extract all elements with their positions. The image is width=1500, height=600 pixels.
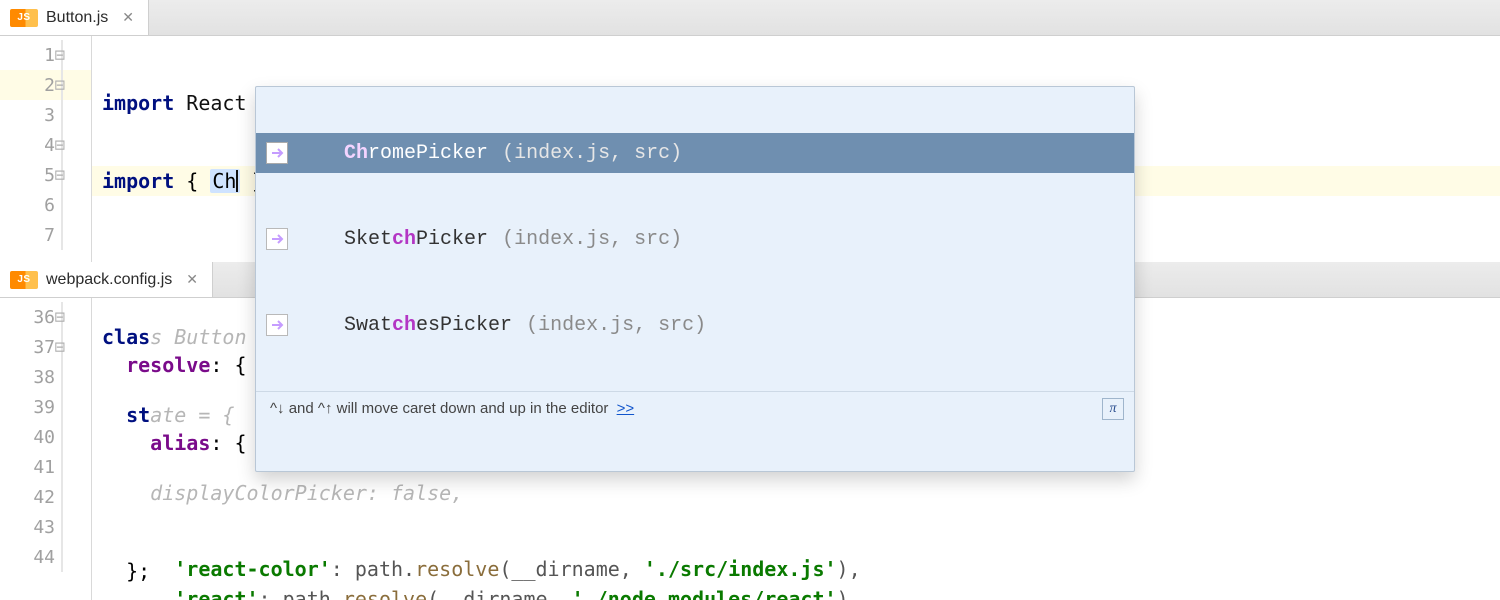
gutter-line: 43 xyxy=(0,512,91,542)
gutter-line: 36⊟ xyxy=(0,302,91,332)
caret-icon xyxy=(236,170,238,192)
gutter-line: 42 xyxy=(0,482,91,512)
fold-marker-icon[interactable]: ⊟ xyxy=(54,309,70,325)
fold-marker-icon[interactable]: ⊟ xyxy=(54,137,70,153)
symbol-kind-icon xyxy=(266,142,288,164)
js-file-icon: JS xyxy=(10,9,38,27)
tab-button-js[interactable]: JS Button.js ✕ xyxy=(0,0,149,35)
code-area[interactable]: import React from 'react' import { Ch } … xyxy=(92,36,1500,262)
gutter-line: 3 xyxy=(0,100,91,130)
symbol-kind-icon xyxy=(266,228,288,250)
gutter-line: 4 ⊟ xyxy=(0,130,91,160)
fold-marker-icon[interactable]: ⊟ xyxy=(54,47,70,63)
autocomplete-item[interactable]: SketchPicker (index.js, src) xyxy=(256,219,1134,259)
gutter-line: 1 ⊟ xyxy=(0,40,91,70)
gutter: 36⊟ 37⊟ 38 39 40 41 42 43 44 xyxy=(0,298,92,600)
code-area[interactable]: resolve: { alias: { 'react-color': path.… xyxy=(92,298,1500,600)
tab-label: Button.js xyxy=(46,9,108,27)
gutter-line: 38 xyxy=(0,362,91,392)
gutter: 1 ⊟ 2 ⊟ 3 4 ⊟ 5 ⊟ 6 7 xyxy=(0,36,92,262)
editor-button-js[interactable]: 1 ⊟ 2 ⊟ 3 4 ⊟ 5 ⊟ 6 7 import React from … xyxy=(0,36,1500,262)
editor-webpack-config[interactable]: 36⊟ 37⊟ 38 39 40 41 42 43 44 resolve: { … xyxy=(0,298,1500,600)
fold-marker-icon[interactable]: ⊟ xyxy=(54,339,70,355)
code-line: alias: { xyxy=(92,428,1500,458)
gutter-line: 6 xyxy=(0,190,91,220)
fold-marker-icon[interactable]: ⊟ xyxy=(54,77,70,93)
gutter-line: 41 xyxy=(0,452,91,482)
autocomplete-item[interactable]: ChromePicker (index.js, src) xyxy=(256,133,1134,173)
gutter-line: 2 ⊟ xyxy=(0,70,91,100)
gutter-line: 7 xyxy=(0,220,91,250)
gutter-line: 37⊟ xyxy=(0,332,91,362)
gutter-line: 5 ⊟ xyxy=(0,160,91,190)
tab-bar-1: JS Button.js ✕ xyxy=(0,0,1500,36)
code-line: resolve: { xyxy=(92,350,1500,380)
close-icon[interactable]: ✕ xyxy=(122,9,134,26)
fold-marker-icon[interactable]: ⊟ xyxy=(54,167,70,183)
gutter-line: 40 xyxy=(0,422,91,452)
js-file-icon: JS xyxy=(10,271,38,289)
gutter-line: 39 xyxy=(0,392,91,422)
code-line: 'react': path.resolve(__dirname, './node… xyxy=(92,584,1500,600)
gutter-line: 44 xyxy=(0,542,91,572)
code-line: 'react-color': path.resolve(__dirname, '… xyxy=(92,554,1500,584)
